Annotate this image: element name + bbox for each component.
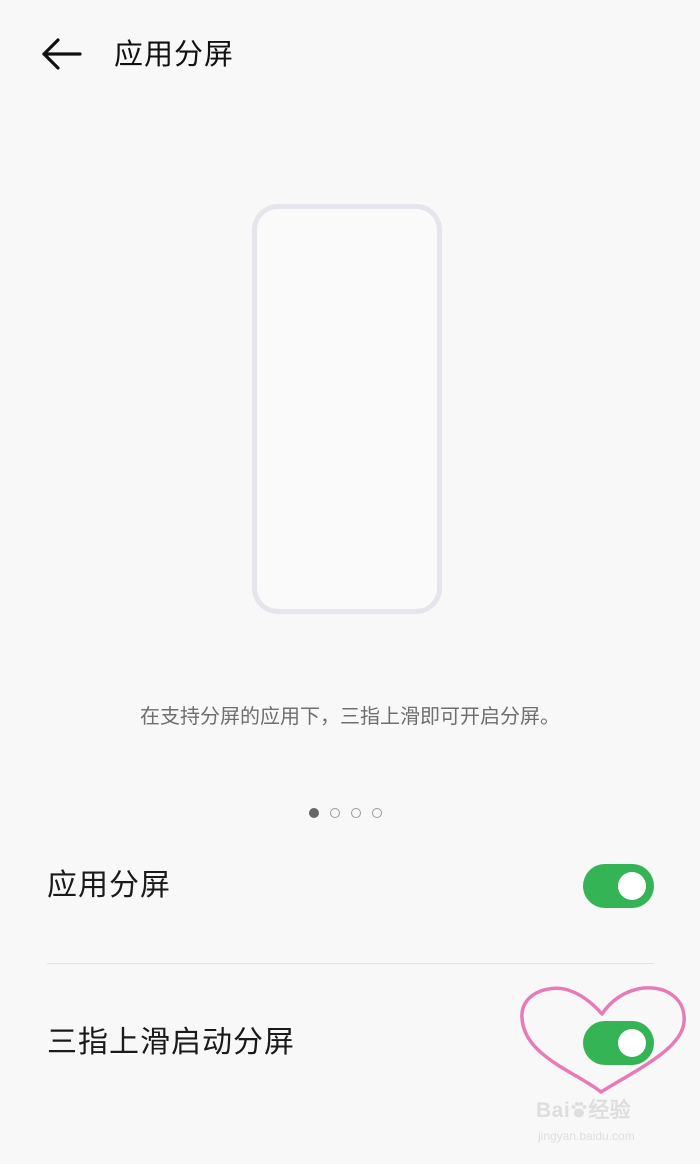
watermark-label: 经验 <box>588 1099 632 1122</box>
watermark-url: jingyan.baidu.com <box>538 1129 635 1143</box>
app-header: 应用分屏 <box>0 0 700 110</box>
setting-row-three-finger-swipe[interactable]: 三指上滑启动分屏 <box>0 993 700 1093</box>
page-dot-2[interactable] <box>330 808 340 818</box>
app-split-screen-toggle[interactable] <box>583 864 654 908</box>
setting-label: 应用分屏 <box>47 868 171 903</box>
feature-description: 在支持分屏的应用下，三指上滑即可开启分屏。 <box>140 704 560 728</box>
setting-row-app-split-screen[interactable]: 应用分屏 <box>0 836 700 936</box>
arrow-left-icon <box>42 38 82 70</box>
baidu-jingyan-watermark: Bai 经验 jingyan.baidu.com <box>536 1098 676 1158</box>
toggle-knob <box>618 872 646 900</box>
page-dot-1[interactable] <box>309 808 319 818</box>
paw-icon <box>571 1102 587 1118</box>
watermark-brand: Bai <box>536 1099 571 1122</box>
back-button[interactable] <box>34 30 90 78</box>
page-dot-3[interactable] <box>351 808 361 818</box>
setting-label: 三指上滑启动分屏 <box>47 1025 295 1060</box>
three-finger-swipe-toggle[interactable] <box>583 1021 654 1065</box>
page-dot-4[interactable] <box>372 808 382 818</box>
divider <box>47 963 654 964</box>
page-indicator <box>309 808 382 820</box>
phone-outline-icon <box>252 204 442 614</box>
page-title: 应用分屏 <box>114 37 235 71</box>
toggle-knob <box>618 1029 646 1057</box>
